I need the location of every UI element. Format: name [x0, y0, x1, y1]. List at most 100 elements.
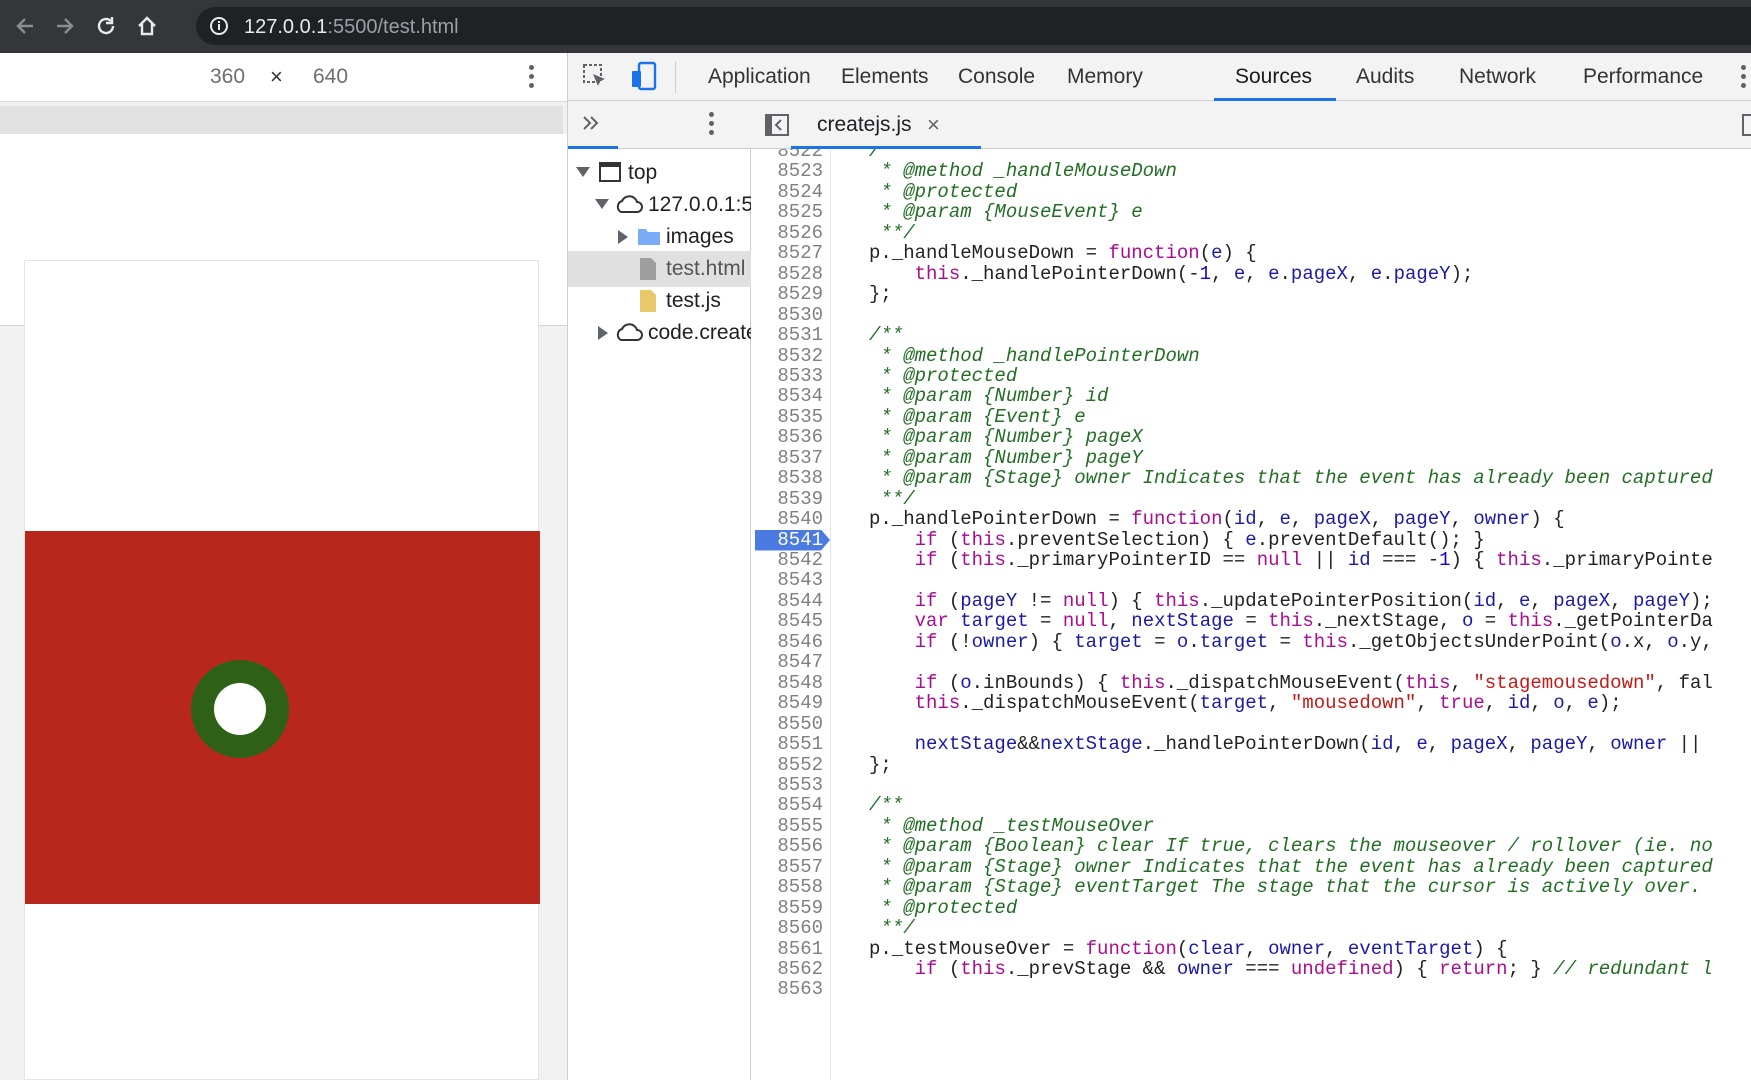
device-toggle-icon[interactable]: [630, 61, 658, 96]
code-line[interactable]: 8524 * @protected: [751, 181, 1751, 204]
code-editor[interactable]: 8522/** 8523 * @method _handleMouseDown 85…: [751, 149, 1751, 1080]
tab-memory[interactable]: Memory: [1067, 65, 1143, 89]
code-line[interactable]: 8560 **/: [751, 917, 1751, 940]
more-tabs-icon[interactable]: [1740, 65, 1746, 91]
line-number[interactable]: 8537: [751, 447, 823, 470]
inspect-element-icon[interactable]: [582, 63, 608, 94]
code-line[interactable]: 8539 **/: [751, 488, 1751, 511]
close-tab-icon[interactable]: ×: [927, 112, 940, 138]
code-line[interactable]: 8556 * @param {Boolean} clear If true, c…: [751, 835, 1751, 858]
line-number[interactable]: 8550: [751, 713, 823, 736]
tree-item-code-createjs[interactable]: code.createjs.com: [568, 315, 751, 351]
line-number[interactable]: 8523: [751, 160, 823, 183]
device-width-input[interactable]: 360: [210, 65, 245, 89]
code-line[interactable]: 8527 p._handleMouseDown = function(e) {: [751, 242, 1751, 265]
line-number[interactable]: 8536: [751, 426, 823, 449]
code-line[interactable]: 8525 * @param {MouseEvent} e: [751, 201, 1751, 224]
line-number[interactable]: 8533: [751, 365, 823, 388]
code-line[interactable]: 8559 * @protected: [751, 897, 1751, 920]
line-number[interactable]: 8538: [751, 467, 823, 490]
code-line[interactable]: 8535 * @param {Event} e: [751, 406, 1751, 429]
code-line[interactable]: 8561 p._testMouseOver = function(clear, o…: [751, 938, 1751, 961]
line-number[interactable]: 8526: [751, 222, 823, 245]
code-line[interactable]: 8540 p._handlePointerDown = function(id, …: [751, 508, 1751, 531]
tab-performance[interactable]: Performance: [1583, 65, 1703, 89]
info-icon[interactable]: [209, 16, 229, 36]
line-number[interactable]: 8527: [751, 242, 823, 265]
toggle-navigator-icon[interactable]: [764, 113, 790, 142]
tab-application[interactable]: Application: [708, 65, 811, 89]
tree-item-localhost[interactable]: 127.0.0.1:5500: [568, 187, 751, 223]
code-line[interactable]: 8530: [751, 304, 1751, 327]
code-line[interactable]: 8533 * @protected: [751, 365, 1751, 388]
line-number[interactable]: 8546: [751, 631, 823, 654]
code-line[interactable]: 8555 * @method _testMouseOver: [751, 815, 1751, 838]
code-line[interactable]: 8526 **/: [751, 222, 1751, 245]
line-number[interactable]: 8524: [751, 181, 823, 204]
collapse-arrow-icon[interactable]: [598, 326, 608, 340]
line-number[interactable]: 8548: [751, 672, 823, 695]
line-number[interactable]: 8530: [751, 304, 823, 327]
code-line[interactable]: 8523 * @method _handleMouseDown: [751, 160, 1751, 183]
code-line[interactable]: 8551 nextStage&&nextStage._handlePointer…: [751, 733, 1751, 756]
line-number[interactable]: 8558: [751, 876, 823, 899]
code-line[interactable]: 8562 if (this._prevStage && owner === un…: [751, 958, 1751, 981]
code-line[interactable]: 8549 this._dispatchMouseEvent(target, "m…: [751, 692, 1751, 715]
more-panes-chevron-icon[interactable]: [580, 112, 602, 139]
line-number[interactable]: 8542: [751, 549, 823, 572]
code-line[interactable]: 8554 /**: [751, 794, 1751, 817]
home-icon[interactable]: [131, 10, 163, 42]
line-number[interactable]: 8561: [751, 938, 823, 961]
code-line[interactable]: 8552};: [751, 754, 1751, 777]
line-number[interactable]: 8547: [751, 651, 823, 674]
code-line[interactable]: 8537 * @param {Number} pageY: [751, 447, 1751, 470]
line-number[interactable]: 8551: [751, 733, 823, 756]
code-line[interactable]: 8557 * @param {Stage} owner Indicates th…: [751, 856, 1751, 879]
code-line[interactable]: 8542 if (this._primaryPointerID == null …: [751, 549, 1751, 572]
line-number[interactable]: 8540: [751, 508, 823, 531]
red-rectangle[interactable]: [25, 531, 540, 904]
editor-tab-createjs[interactable]: createjs.js: [817, 113, 912, 137]
line-number[interactable]: 8541: [751, 529, 823, 552]
code-line[interactable]: 8558 * @param {Stage} eventTarget The st…: [751, 876, 1751, 899]
line-number[interactable]: 8549: [751, 692, 823, 715]
line-number[interactable]: 8544: [751, 590, 823, 613]
navigator-menu-icon[interactable]: [708, 112, 714, 138]
line-number[interactable]: 8552: [751, 754, 823, 777]
code-line[interactable]: 8545 var target = null, nextStage = this…: [751, 610, 1751, 633]
forward-icon[interactable]: [49, 10, 81, 42]
page-canvas[interactable]: [24, 260, 540, 1080]
line-number[interactable]: 8532: [751, 345, 823, 368]
code-line[interactable]: 8531 /**: [751, 324, 1751, 347]
line-number[interactable]: 8525: [751, 201, 823, 224]
line-number[interactable]: 8553: [751, 774, 823, 797]
device-more-icon[interactable]: [528, 65, 534, 91]
line-number[interactable]: 8555: [751, 815, 823, 838]
tab-console[interactable]: Console: [958, 65, 1035, 89]
tree-item-test-js[interactable]: test.js: [568, 283, 751, 319]
tree-item-test-html[interactable]: test.html: [568, 251, 751, 287]
line-number[interactable]: 8528: [751, 263, 823, 286]
tree-item-images[interactable]: images: [568, 219, 751, 255]
line-number[interactable]: 8556: [751, 835, 823, 858]
tab-sources[interactable]: Sources: [1235, 65, 1312, 89]
toggle-debugger-icon[interactable]: [1741, 113, 1751, 137]
code-line[interactable]: 8553: [751, 774, 1751, 797]
line-number[interactable]: 8529: [751, 283, 823, 306]
collapse-arrow-icon[interactable]: [618, 230, 628, 244]
line-number[interactable]: 8534: [751, 385, 823, 408]
code-line[interactable]: 8534 * @param {Number} id: [751, 385, 1751, 408]
address-bar[interactable]: 127.0.0.1:5500/test.html: [196, 7, 1751, 45]
line-number[interactable]: 8562: [751, 958, 823, 981]
tab-elements[interactable]: Elements: [841, 65, 929, 89]
expand-arrow-icon[interactable]: [576, 167, 590, 177]
tab-audits[interactable]: Audits: [1356, 65, 1414, 89]
line-number[interactable]: 8543: [751, 569, 823, 592]
code-line[interactable]: 8543: [751, 569, 1751, 592]
media-query-bar[interactable]: [0, 106, 563, 134]
code-line[interactable]: 8541 if (this.preventSelection) { e.prev…: [751, 529, 1751, 552]
back-icon[interactable]: [9, 10, 41, 42]
code-line[interactable]: 8532 * @method _handlePointerDown: [751, 345, 1751, 368]
line-number[interactable]: 8539: [751, 488, 823, 511]
line-number[interactable]: 8563: [751, 978, 823, 1001]
